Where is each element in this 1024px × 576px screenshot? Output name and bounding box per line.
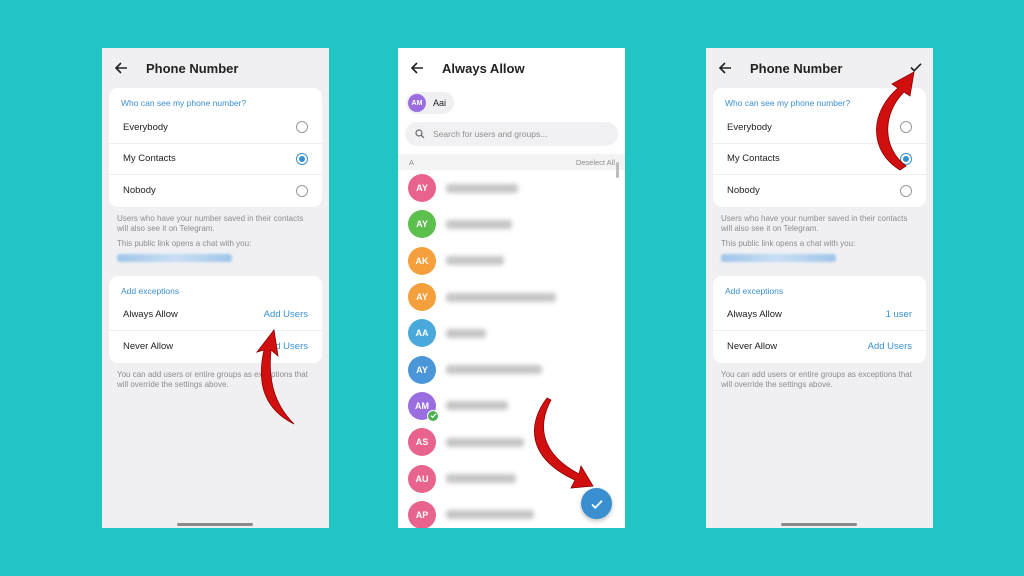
public-link-blurred[interactable] [117,253,232,262]
contact-name-blurred [446,292,556,302]
contact-row[interactable]: AY [398,279,625,315]
contact-row[interactable]: AS [398,424,625,460]
avatar: AU [408,464,436,493]
visibility-card: Who can see my phone number? Everybody M… [713,88,926,207]
avatar: AM [408,391,439,422]
contact-name-blurred [446,328,486,338]
avatar: AA [408,319,436,348]
contact-name-blurred [446,365,542,375]
contact-row[interactable]: AY [398,170,625,206]
header: Phone Number [102,48,329,88]
radio-button[interactable] [296,121,308,134]
avatar: AP [408,500,436,528]
contact-row[interactable]: AY [398,206,625,242]
option-nobody[interactable]: Nobody [109,175,322,207]
phone-screen-privacy: Phone Number Who can see my phone number… [102,48,329,528]
add-users-link[interactable]: Add Users [264,309,308,320]
back-arrow-icon[interactable] [716,59,734,77]
radio-button[interactable] [296,184,308,197]
avatar: AY [408,210,436,239]
avatar: AM [408,94,426,112]
page-title: Phone Number [750,60,843,76]
home-indicator [177,523,253,526]
info-note: Users who have your number saved in thei… [117,213,304,233]
contact-name-blurred [446,510,534,520]
home-indicator [781,523,857,526]
info-note: Users who have your number saved in thei… [721,213,908,233]
contact-name-blurred [446,437,524,447]
contact-row[interactable]: AK [398,243,625,279]
always-allow-row[interactable]: Always Allow Add Users [109,300,322,331]
visibility-card: Who can see my phone number? Everybody M… [109,88,322,207]
deselect-all-button[interactable]: Deselect All [576,158,615,167]
chip-name: Aai [433,98,447,108]
never-allow-row[interactable]: Never Allow Add Users [109,331,322,363]
search-input[interactable]: Search for users and groups... [405,122,618,146]
add-users-link[interactable]: Add Users [264,341,308,352]
avatar: AY [408,174,436,203]
footer-note: You can add users or entire groups as ex… [117,369,308,389]
contact-row[interactable]: AA [398,315,625,351]
link-note: This public link opens a chat with you: [721,238,856,248]
never-allow-row[interactable]: Never Allow Add Users [713,331,926,363]
avatar: AY [408,355,436,384]
contact-name-blurred [446,183,518,193]
section-header: A Deselect All [398,154,625,170]
contact-name-blurred [446,474,516,484]
avatar: AY [408,283,436,312]
search-placeholder: Search for users and groups... [433,129,548,139]
avatar: AK [408,246,436,275]
contact-name-blurred [446,256,504,266]
user-count-link[interactable]: 1 user [886,309,912,320]
search-icon [415,129,425,139]
section-letter: A [409,157,415,167]
contact-name-blurred [446,401,508,411]
confirm-fab-button[interactable] [581,488,612,519]
back-arrow-icon[interactable] [408,59,426,77]
header: Always Allow [398,48,625,88]
option-everybody[interactable]: Everybody [713,112,926,144]
contact-row[interactable]: AM [398,388,625,424]
option-my-contacts[interactable]: My Contacts [109,144,322,175]
page-title: Always Allow [442,60,525,76]
option-nobody[interactable]: Nobody [713,175,926,207]
section-title: Add exceptions [121,285,180,296]
option-my-contacts[interactable]: My Contacts [713,144,926,175]
footer-note: You can add users or entire groups as ex… [721,369,912,389]
selected-check-icon [427,409,439,422]
section-title: Who can see my phone number? [121,98,247,108]
option-everybody[interactable]: Everybody [109,112,322,144]
radio-button-selected[interactable] [296,152,308,165]
radio-button[interactable] [900,184,912,197]
back-arrow-icon[interactable] [112,59,130,77]
header: Phone Number [706,48,933,88]
phone-screen-always-allow: Always Allow AM Aai Search for users and… [398,48,625,528]
link-note: This public link opens a chat with you: [117,238,252,248]
selected-user-chip[interactable]: AM Aai [406,92,455,114]
public-link-blurred[interactable] [721,253,836,262]
checkmark-icon [590,499,603,509]
exceptions-card: Add exceptions Always Allow 1 user Never… [713,275,926,363]
section-title: Add exceptions [725,285,784,296]
save-checkmark-icon[interactable] [909,60,923,77]
exceptions-card: Add exceptions Always Allow Add Users Ne… [109,275,322,363]
contact-list: AY AY AK AY AA AY AM AS AU AP [398,170,625,528]
always-allow-row[interactable]: Always Allow 1 user [713,300,926,331]
contact-row[interactable]: AY [398,351,625,387]
page-title: Phone Number [146,60,239,76]
radio-button-selected[interactable] [900,152,912,165]
avatar: AS [408,428,436,457]
phone-screen-privacy-updated: Phone Number Who can see my phone number… [706,48,933,528]
add-users-link[interactable]: Add Users [868,341,912,352]
radio-button[interactable] [900,121,912,134]
contact-name-blurred [446,219,512,229]
section-title: Who can see my phone number? [725,98,851,108]
